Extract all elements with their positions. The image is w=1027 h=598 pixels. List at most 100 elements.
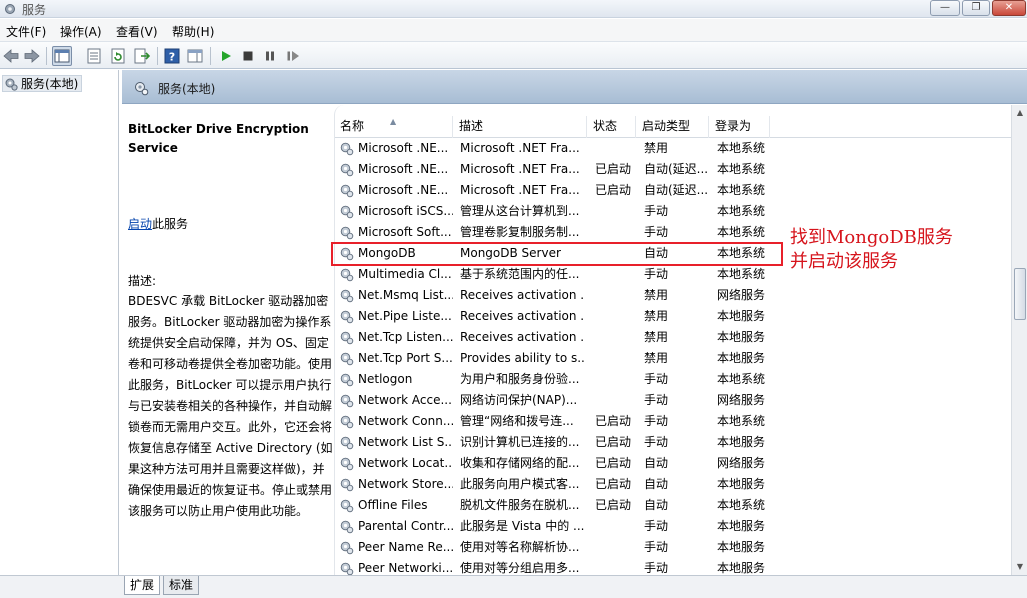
- service-logon-as: 网络服务: [717, 456, 766, 470]
- menu-file[interactable]: 文件(F): [6, 23, 46, 40]
- mongodb-highlight-box: [331, 242, 783, 266]
- column-header-name[interactable]: ▲ 名称: [335, 116, 453, 138]
- service-status: 已启动: [595, 162, 632, 176]
- service-status: [595, 222, 640, 243]
- start-service-link[interactable]: 启动: [128, 217, 152, 231]
- column-header-status[interactable]: 状态: [588, 116, 636, 138]
- service-name: Microsoft .NE...: [358, 183, 449, 197]
- service-row[interactable]: Offline Files 脱机文件服务在脱机... 已启动 自动 本地系统: [335, 495, 1012, 516]
- menu-action[interactable]: 操作(A): [60, 23, 102, 40]
- service-row[interactable]: Parental Contr... 此服务是 Vista 中的 ... 手动 本地服务: [335, 516, 1012, 537]
- service-row[interactable]: Net.Msmq List... Receives activation ... 禁…: [335, 285, 1012, 306]
- service-startup-type: 自动: [644, 456, 669, 470]
- tree-item-services-local[interactable]: 服务(本地): [2, 75, 83, 92]
- column-header-logon-as[interactable]: 登录为: [710, 116, 770, 138]
- show-hide-pane-button[interactable]: [185, 46, 205, 66]
- service-startup-type: 自动: [644, 498, 669, 512]
- stop-service-button[interactable]: [238, 46, 258, 66]
- service-gear-icon: [339, 141, 354, 156]
- toolbar-separator: [46, 47, 47, 65]
- view-tabs: 扩展 标准: [0, 575, 1027, 598]
- service-description-cell: 使用对等分组启用多...: [460, 561, 580, 575]
- help-button[interactable]: ?: [162, 46, 182, 66]
- service-row[interactable]: Netlogon 为用户和服务身份验... 手动 本地系统: [335, 369, 1012, 390]
- toolbar-separator: [157, 47, 158, 65]
- export-list-button[interactable]: [132, 46, 152, 66]
- service-row[interactable]: Network Acce... 网络访问保护(NAP)... 手动 网络服务: [335, 390, 1012, 411]
- service-gear-icon: [339, 183, 354, 198]
- scrollbar-thumb[interactable]: [1014, 268, 1026, 320]
- service-row[interactable]: Peer Networki... 使用对等分组启用多... 手动 本地服务: [335, 558, 1012, 575]
- column-header-name-label: 名称: [340, 119, 365, 133]
- service-description: BDESVC 承载 BitLocker 驱动器加密服务。BitLocker 驱动…: [128, 294, 333, 518]
- menu-view[interactable]: 查看(V): [116, 23, 158, 40]
- svg-text:?: ?: [169, 51, 175, 64]
- service-description-cell: 基于系统范围内的任...: [460, 267, 580, 281]
- service-row[interactable]: Net.Pipe Liste... Receives activation ...…: [335, 306, 1012, 327]
- service-name: Network Acce...: [358, 393, 452, 407]
- service-startup-type: 禁用: [644, 141, 669, 155]
- resume-service-button[interactable]: [283, 46, 303, 66]
- service-startup-type: 禁用: [644, 309, 669, 323]
- console-tree-button[interactable]: [52, 46, 72, 66]
- close-button[interactable]: ✕: [992, 0, 1026, 16]
- scroll-up-icon[interactable]: ▲: [1013, 105, 1027, 121]
- service-row[interactable]: Net.Tcp Listen... Receives activation ...…: [335, 327, 1012, 348]
- service-startup-type: 手动: [644, 267, 669, 281]
- service-name: Microsoft .NE...: [358, 141, 449, 155]
- annotation-line-2: 并启动该服务: [790, 251, 898, 272]
- service-status: 已启动: [595, 435, 632, 449]
- column-header-description[interactable]: 描述: [454, 116, 587, 138]
- service-startup-type: 手动: [644, 393, 669, 407]
- service-logon-as: 本地服务: [717, 330, 766, 344]
- service-name: Parental Contr...: [358, 519, 453, 533]
- back-button[interactable]: [1, 46, 21, 66]
- pane-header: 服务(本地): [122, 70, 1027, 104]
- maximize-button[interactable]: ❐: [962, 0, 990, 16]
- service-gear-icon: [339, 225, 354, 240]
- tab-extended[interactable]: 扩展: [124, 576, 161, 595]
- service-logon-as: 网络服务: [717, 288, 766, 302]
- service-description-cell: Provides ability to s...: [460, 351, 585, 365]
- forward-button[interactable]: [22, 46, 42, 66]
- refresh-icon: [111, 48, 125, 64]
- service-row[interactable]: Network Conn... 管理“网络和拨号连... 已启动 手动 本地系统: [335, 411, 1012, 432]
- menu-help[interactable]: 帮助(H): [172, 23, 214, 40]
- console-tree: 服务(本地): [0, 70, 119, 575]
- pause-service-button[interactable]: [260, 46, 280, 66]
- service-row[interactable]: Peer Name Re... 使用对等名称解析协... 手动 本地服务: [335, 537, 1012, 558]
- service-status: [595, 516, 640, 537]
- service-description-cell: Microsoft .NET Fra...: [460, 183, 580, 197]
- refresh-button[interactable]: [108, 46, 128, 66]
- column-header-startup-type[interactable]: 启动类型: [637, 116, 709, 138]
- service-status: 已启动: [595, 477, 632, 491]
- show-hide-pane-icon: [187, 49, 203, 63]
- service-gear-icon: [339, 330, 354, 345]
- service-row[interactable]: Network Store... 此服务向用户模式客... 已启动 自动 本地服务: [335, 474, 1012, 495]
- service-row[interactable]: Microsoft .NE... Microsoft .NET Fra... 禁用 本…: [335, 138, 1012, 159]
- scroll-down-icon[interactable]: ▼: [1013, 559, 1027, 575]
- service-startup-type: 自动: [644, 477, 669, 491]
- service-row[interactable]: Microsoft iSCS... 管理从这台计算机到... 手动 本地系统: [335, 201, 1012, 222]
- minimize-button[interactable]: —: [930, 0, 960, 16]
- service-status: [595, 306, 640, 327]
- service-row[interactable]: Net.Tcp Port S... Provides ability to s..…: [335, 348, 1012, 369]
- service-row[interactable]: Microsoft .NE... Microsoft .NET Fra... 已启动…: [335, 180, 1012, 201]
- service-row[interactable]: Network List S... 识别计算机已连接的... 已启动 手动 本地服务: [335, 432, 1012, 453]
- properties-button[interactable]: [84, 46, 104, 66]
- pause-icon: [266, 51, 274, 61]
- service-row[interactable]: Microsoft .NE... Microsoft .NET Fra... 已启动…: [335, 159, 1012, 180]
- start-service-button[interactable]: [216, 46, 236, 66]
- service-gear-icon: [339, 561, 354, 575]
- annotation-line-1: 找到MongoDB服务: [790, 227, 953, 248]
- properties-icon: [87, 48, 101, 64]
- tab-standard[interactable]: 标准: [163, 576, 200, 595]
- tree-item-label: 服务(本地): [21, 77, 79, 91]
- service-description-cell: Receives activation ...: [460, 330, 585, 344]
- column-headers: ▲ 名称 描述 状态 启动类型 登录为: [335, 116, 1012, 138]
- service-logon-as: 本地服务: [717, 309, 766, 323]
- vertical-scrollbar[interactable]: ▲ ▼: [1011, 105, 1027, 575]
- service-startup-type: 手动: [644, 414, 669, 428]
- service-gear-icon: [5, 78, 18, 91]
- service-row[interactable]: Network Locat... 收集和存储网络的配... 已启动 自动 网络服务: [335, 453, 1012, 474]
